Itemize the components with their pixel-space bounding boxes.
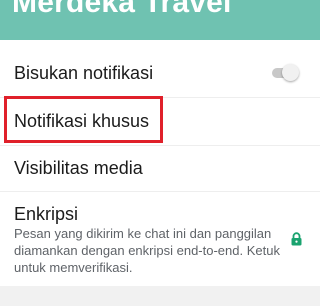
mute-notifications-label: Bisukan notifikasi bbox=[14, 63, 154, 83]
chat-header: Merdeka Travel bbox=[0, 0, 320, 40]
mute-notifications-toggle[interactable] bbox=[270, 64, 300, 82]
media-visibility-row[interactable]: Visibilitas media bbox=[0, 146, 320, 191]
lock-icon bbox=[291, 232, 302, 246]
encryption-label: Enkripsi bbox=[14, 204, 79, 224]
footer-bar bbox=[0, 286, 320, 306]
highlight-box bbox=[4, 96, 163, 143]
toggle-thumb bbox=[282, 64, 299, 81]
chat-title: Merdeka Travel bbox=[12, 0, 232, 19]
mute-notifications-row[interactable]: Bisukan notifikasi bbox=[0, 50, 320, 98]
media-visibility-label: Visibilitas media bbox=[14, 158, 143, 178]
encryption-description: Pesan yang dikirim ke chat ini dan pangg… bbox=[14, 226, 280, 275]
